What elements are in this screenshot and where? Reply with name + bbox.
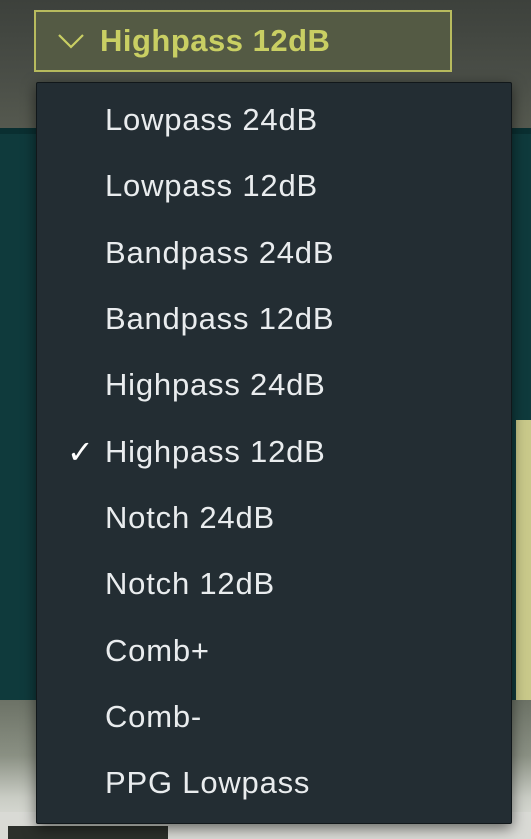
filter-type-dropdown[interactable]: Highpass 12dB — [34, 10, 452, 72]
menu-item-notch-24db[interactable]: Notch 24dB — [37, 485, 511, 551]
menu-item-label: Bandpass 24dB — [105, 234, 335, 270]
menu-item-label: Highpass 24dB — [105, 367, 326, 403]
background-right-strip — [516, 420, 531, 700]
menu-item-lowpass-12db[interactable]: Lowpass 12dB — [37, 153, 511, 219]
menu-item-label: Bandpass 12dB — [105, 301, 335, 337]
menu-item-label: Notch 24dB — [105, 499, 275, 535]
menu-item-notch-12db[interactable]: Notch 12dB — [37, 551, 511, 617]
menu-item-bandpass-12db[interactable]: Bandpass 12dB — [37, 286, 511, 352]
menu-item-label: PPG Lowpass — [105, 765, 311, 801]
menu-item-highpass-24db[interactable]: Highpass 24dB — [37, 352, 511, 418]
chevron-down-icon — [56, 26, 86, 56]
menu-item-comb-plus[interactable]: Comb+ — [37, 617, 511, 683]
menu-item-lowpass-24db[interactable]: Lowpass 24dB — [37, 87, 511, 153]
menu-item-label: Comb+ — [105, 632, 210, 668]
background-bottom-control — [8, 826, 168, 839]
menu-item-bandpass-24db[interactable]: Bandpass 24dB — [37, 220, 511, 286]
filter-type-menu: Lowpass 24dB Lowpass 12dB Bandpass 24dB … — [36, 82, 512, 824]
menu-item-highpass-12db[interactable]: ✓ Highpass 12dB — [37, 418, 511, 484]
menu-item-label: Notch 12dB — [105, 566, 275, 602]
menu-item-label: Highpass 12dB — [105, 433, 326, 469]
menu-item-label: Lowpass 12dB — [105, 168, 318, 204]
checkmark-icon: ✓ — [67, 433, 95, 470]
dropdown-selected-value: Highpass 12dB — [100, 23, 331, 58]
menu-item-label: Comb- — [105, 698, 203, 734]
menu-item-ppg-lowpass[interactable]: PPG Lowpass — [37, 750, 511, 816]
menu-item-label: Lowpass 24dB — [105, 102, 318, 138]
menu-item-comb-minus[interactable]: Comb- — [37, 684, 511, 750]
